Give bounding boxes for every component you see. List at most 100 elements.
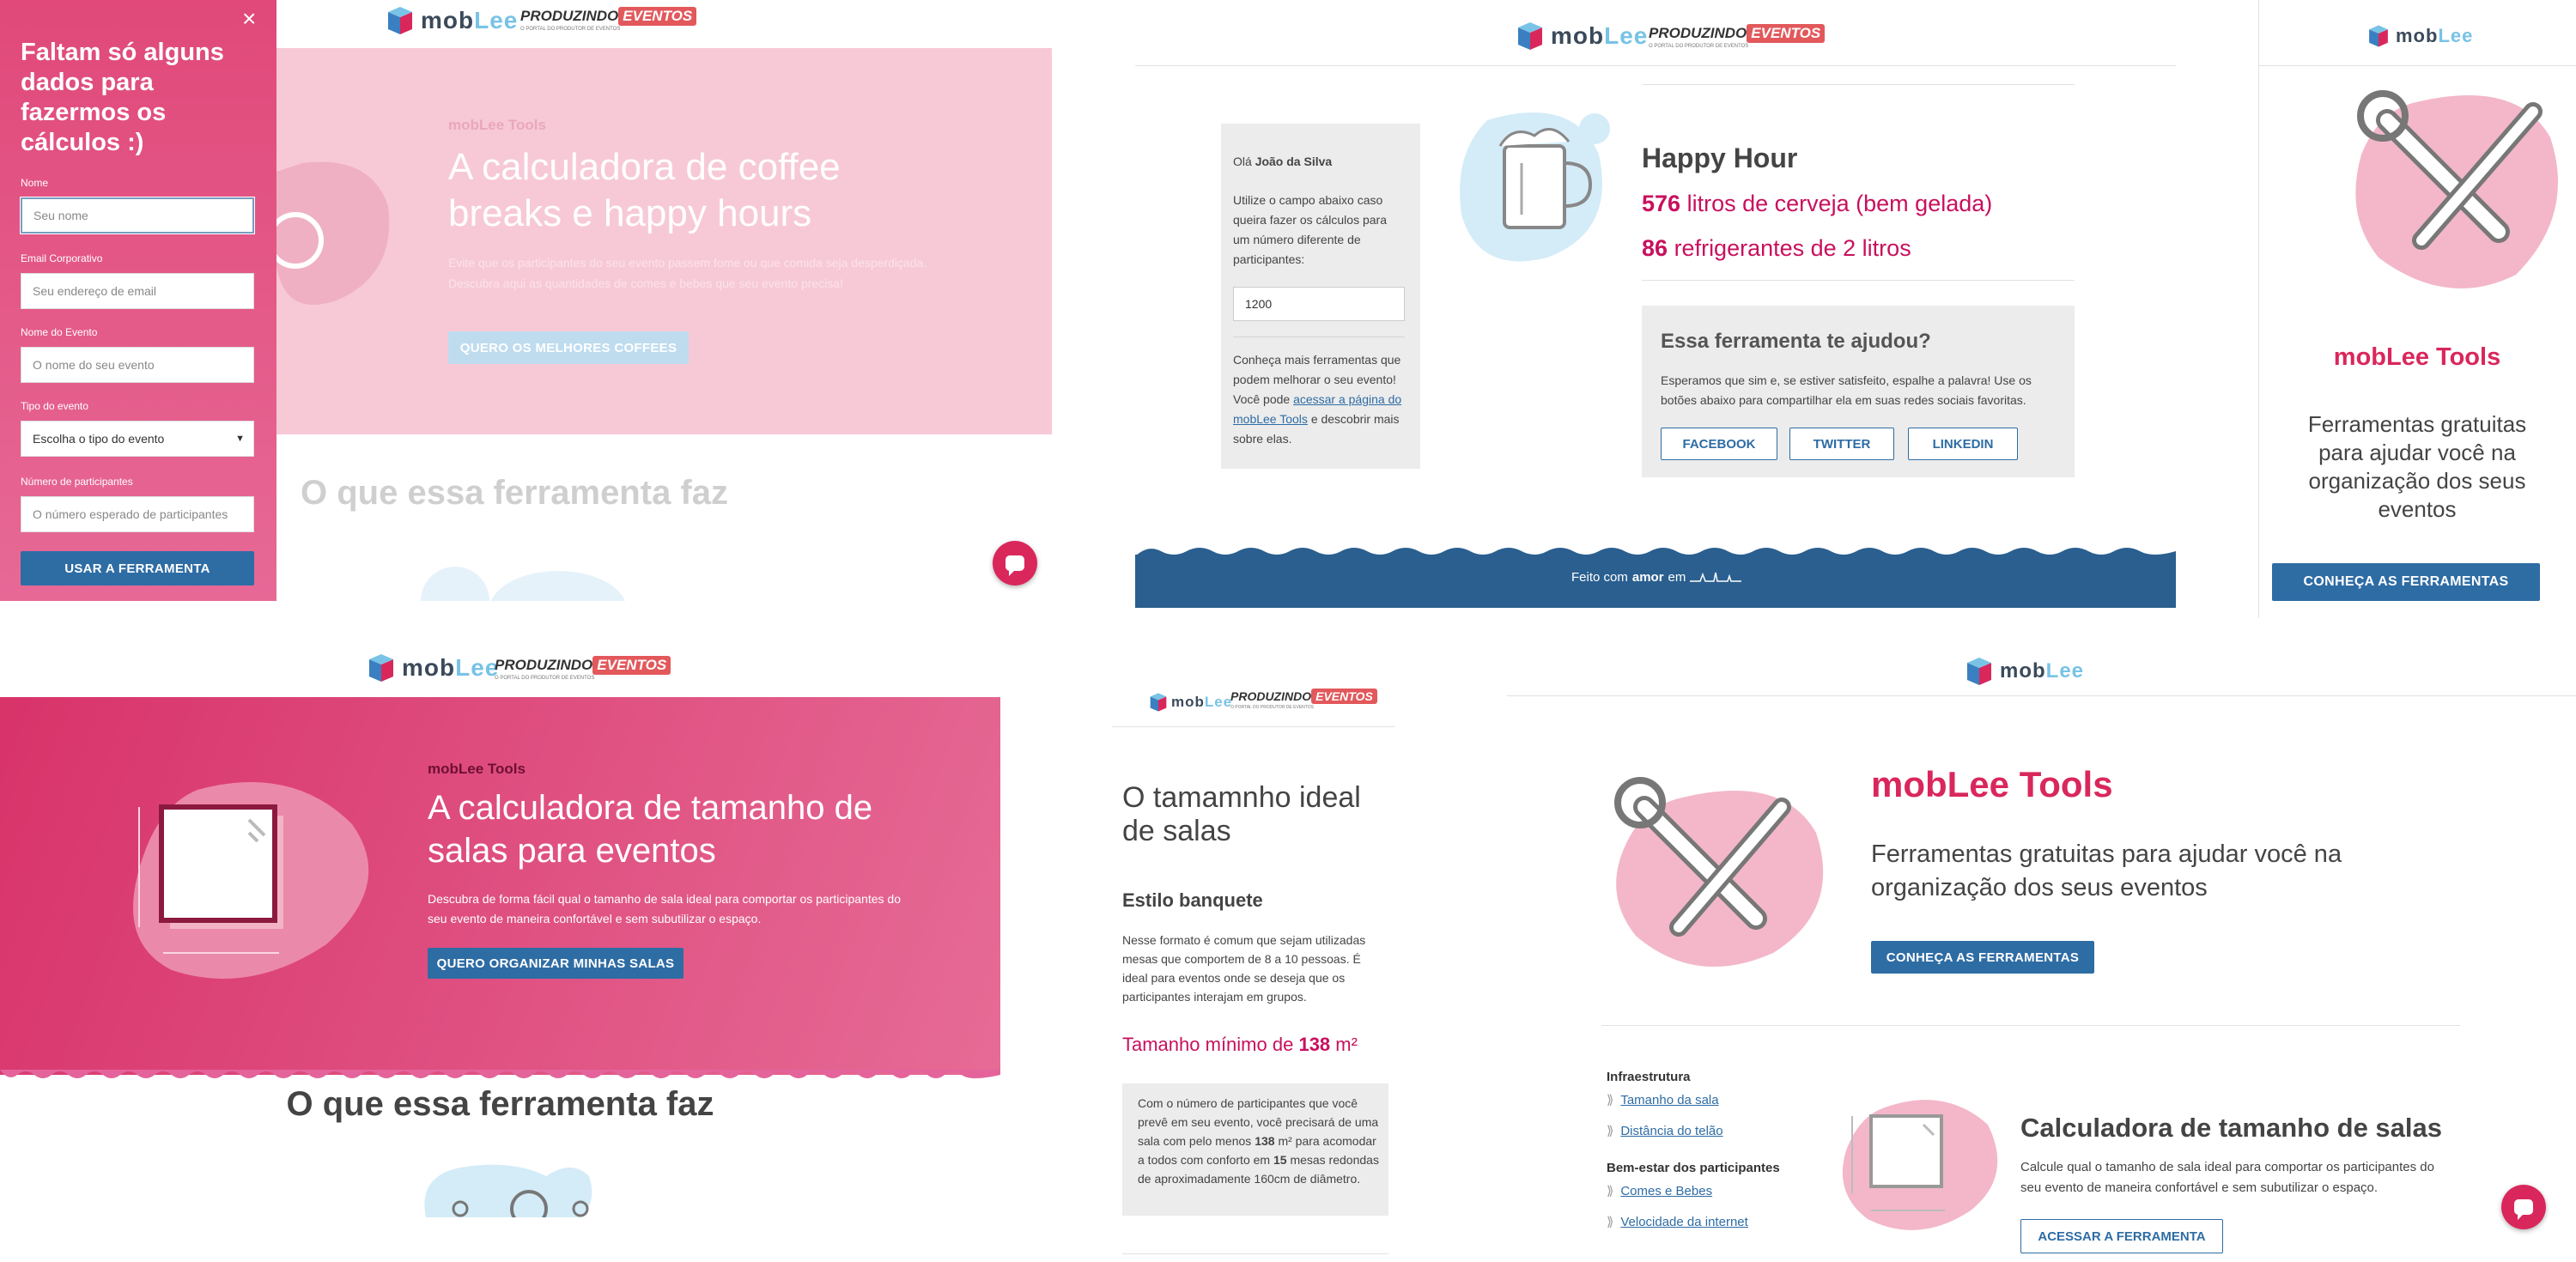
tools-title: mobLee Tools [2333, 343, 2501, 371]
moblee-logo[interactable]: mobLee [1964, 656, 2084, 687]
double-chevron-icon: ⟫ [1607, 1184, 1614, 1198]
participants-number-value: 1200 [1245, 297, 1273, 311]
tools-subtitle: Ferramentas gratuitas para ajudar você n… [2307, 411, 2527, 522]
moblee-logo-mark [1518, 22, 1542, 50]
moblee-logo-mark [2369, 25, 2388, 47]
sidebar-item-internet-speed[interactable]: ⟫ Velocidade da internet [1607, 1214, 1748, 1229]
explore-tools-button[interactable]: CONHEÇA AS FERRAMENTAS [1871, 941, 2094, 974]
participants-label: Número de participantes [21, 476, 133, 488]
participants-placeholder: O número esperado de participantes [33, 507, 228, 521]
results-divider [1642, 280, 2075, 281]
dropdown-arrow-icon: ▼ [235, 434, 245, 444]
hero-description: Descubra de forma fácil qual o tamanho d… [428, 892, 901, 925]
panel-room-size-hero: mobLee PRODUZINDO EVENTOS O PORTAL DO PRO… [0, 644, 1000, 1262]
name-input-placeholder: Seu nome [33, 209, 88, 222]
hero-eyebrow: mobLee Tools [448, 117, 546, 133]
aside-instructions: Utilize o campo abaixo caso queira fazer… [1233, 193, 1387, 266]
chat-bubble-icon [2514, 1199, 2533, 1220]
section-illustration [424, 1164, 592, 1217]
room-size-icon [1842, 1100, 1998, 1230]
section-divider [1601, 1025, 2460, 1026]
name-input[interactable]: Seu nome [20, 197, 255, 234]
style-description: Nesse formato é comum que sejam utilizad… [1122, 933, 1366, 1004]
tool-card-description: Calcule qual o tamanho de sala ideal par… [2020, 1160, 2434, 1195]
produzindo-eventos-logo[interactable]: PRODUZINDO EVENTOS O PORTAL DO PRODUTOR D… [495, 656, 671, 681]
share-text: Esperamos que sim e, se estiver satisfei… [1661, 373, 2032, 407]
email-label: Email Corporativo [21, 252, 103, 264]
section-title: O que essa ferramenta faz [286, 1085, 714, 1123]
tool-card-title: Calculadora de tamanho de salas [2020, 1113, 2443, 1143]
category-wellbeing: Bem-estar dos participantes [1607, 1161, 1780, 1175]
participants-input[interactable]: O número esperado de participantes [21, 496, 254, 532]
result-title: Happy Hour [1642, 143, 1798, 173]
sidebar-item-food-drinks[interactable]: ⟫ Comes e Bebes [1607, 1183, 1712, 1198]
sidebar-item-screen-distance[interactable]: ⟫ Distância do telão [1607, 1123, 1723, 1138]
event-type-label: Tipo do evento [21, 400, 88, 412]
greeting: Olá João da Silva [1233, 155, 1333, 168]
city-skyline-icon [1690, 572, 1742, 582]
email-input[interactable]: Seu endereço de email [21, 273, 254, 309]
bottom-divider [1122, 1253, 1388, 1254]
moblee-logo-mark [1967, 658, 1991, 685]
form-title: Faltam só alguns dados para fazermos os … [21, 39, 224, 156]
category-infrastructure: Infraestrutura [1607, 1070, 1691, 1084]
coffee-cup-icon [276, 161, 390, 305]
header-divider [1112, 726, 1395, 727]
room-size-icon [133, 782, 369, 979]
tools-title: mobLee Tools [1871, 764, 2113, 804]
section-illustration [421, 567, 625, 601]
panel-room-size-mobile: mobLee PRODUZINDO EVENTOS O PORTAL DO PRO… [1112, 652, 1404, 1262]
double-chevron-icon: ⟫ [1607, 1093, 1614, 1107]
sidebar-item-room-size[interactable]: ⟫ Tamanho da sala [1607, 1092, 1719, 1107]
moblee-logo[interactable]: mobLee [2366, 24, 2473, 48]
header-divider [1135, 65, 2176, 66]
header-divider [1507, 695, 2576, 696]
share-facebook-button[interactable]: FACEBOOK [1661, 428, 1777, 460]
aside-more-tools: Conheça mais ferramentas que podem melho… [1233, 353, 1402, 446]
chat-bubble-icon [1005, 555, 1024, 576]
submit-button[interactable]: USAR A FERRAMENTA [21, 551, 254, 585]
page-title: O tamamnho ideal de salas [1122, 781, 1361, 847]
soda-result: 86 refrigerantes de 2 litros [1642, 235, 1911, 261]
explore-tools-button[interactable]: CONHEÇA AS FERRAMENTAS [2272, 563, 2540, 601]
event-type-value: Escolha o tipo do evento [33, 432, 165, 446]
chat-widget-button[interactable] [2501, 1185, 2546, 1229]
double-chevron-icon: ⟫ [1607, 1215, 1614, 1229]
participants-number-input[interactable]: 1200 [1233, 287, 1405, 321]
double-chevron-icon: ⟫ [1607, 1124, 1614, 1138]
access-tool-button[interactable]: ACESSAR A FERRAMENTA [2020, 1219, 2223, 1253]
produzindo-eventos-logo[interactable]: PRODUZINDO EVENTOS O PORTAL DO PRODUTOR D… [520, 7, 697, 32]
panel-tools-mobile: mobLee mobLee Tools Ferramentas gratuita… [2258, 0, 2576, 618]
event-name-label: Nome do Evento [21, 326, 98, 338]
moblee-logo[interactable]: mobLee [385, 5, 518, 36]
produzindo-eventos-logo[interactable]: PRODUZINDO EVENTOS O PORTAL DO PRODUTOR D… [1649, 24, 1826, 49]
panel-happy-hour-result: mobLee PRODUZINDO EVENTOS O PORTAL DO PRO… [1133, 0, 2177, 610]
email-input-placeholder: Seu endereço de email [33, 284, 156, 298]
tools-icon [1614, 777, 1824, 967]
moblee-logo-mark [1150, 693, 1167, 712]
produzindo-eventos-logo[interactable]: PRODUZINDO EVENTOS O PORTAL DO PRODUTOR D… [1230, 689, 1377, 710]
hero-wave-edge [276, 426, 1052, 434]
close-icon[interactable]: × [242, 5, 256, 33]
hero-title: A calculadora de coffee breaks e happy h… [448, 146, 841, 234]
hero-description: Evite que os participantes do seu evento… [448, 256, 927, 290]
moblee-logo[interactable]: mobLee [1515, 21, 1648, 52]
event-name-placeholder: O nome do seu evento [33, 358, 155, 372]
minimum-size: Tamanho mínimo de 138 m² [1122, 1034, 1358, 1055]
content-divider [1642, 84, 2075, 85]
name-label: Nome [21, 177, 49, 189]
share-linkedin-button[interactable]: LINKEDIN [1908, 428, 2018, 460]
moblee-logo[interactable]: mobLee [1148, 692, 1232, 713]
moblee-logo[interactable]: mobLee [366, 652, 499, 683]
hero-cta-button[interactable]: QUERO OS MELHORES COFFEES [448, 331, 689, 364]
chat-widget-button[interactable] [993, 541, 1037, 585]
hero-cta-button[interactable]: QUERO ORGANIZAR MINHAS SALAS [428, 948, 683, 979]
beer-result: 576 litros de cerveja (bem gelada) [1642, 191, 1993, 216]
tools-icon [2355, 90, 2558, 288]
header-divider [2258, 65, 2576, 66]
hero-wave-edge [0, 1070, 1000, 1078]
style-subtitle: Estilo banquete [1122, 889, 1263, 911]
share-twitter-button[interactable]: TWITTER [1789, 428, 1894, 460]
event-name-input[interactable]: O nome do seu evento [21, 347, 254, 383]
event-type-select[interactable]: Escolha o tipo do evento ▼ [21, 421, 254, 457]
